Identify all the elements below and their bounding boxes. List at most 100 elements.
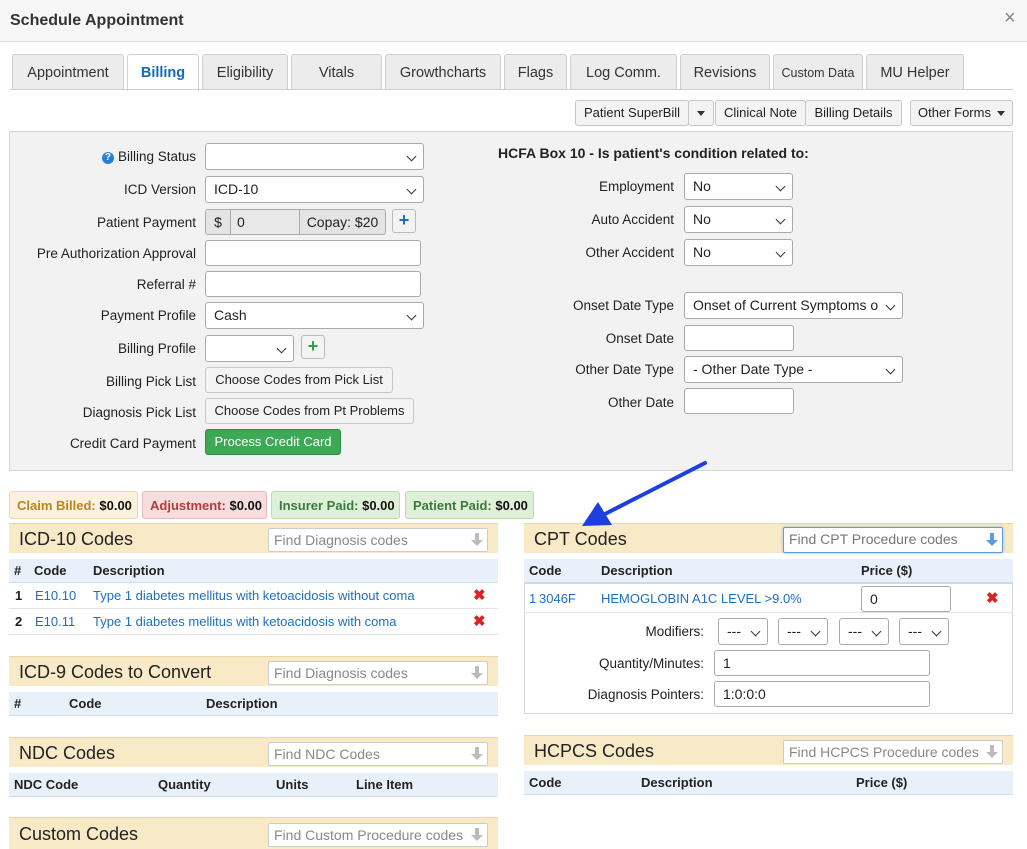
- icd10-column-header: # Code Description: [9, 559, 498, 583]
- choose-pick-list-button[interactable]: Choose Codes from Pick List: [205, 367, 393, 393]
- onset-date-input[interactable]: [684, 325, 794, 351]
- clinical-note-button[interactable]: Clinical Note: [715, 100, 806, 126]
- ndc-search-input[interactable]: Find NDC Codes: [268, 742, 488, 766]
- icd-version-select[interactable]: ICD-10: [205, 176, 424, 203]
- payment-profile-select[interactable]: Cash: [205, 302, 424, 329]
- diagnosis-pointers-label: Diagnosis Pointers:: [587, 687, 704, 702]
- tab-appointment[interactable]: Appointment: [12, 54, 124, 90]
- modifier-select-3[interactable]: ---: [839, 618, 889, 645]
- icd9-title: ICD-9 Codes to Convert: [19, 662, 212, 682]
- icd9-search-input[interactable]: Find Diagnosis codes: [268, 661, 488, 685]
- help-icon[interactable]: ?: [101, 152, 114, 164]
- tab-log-comm[interactable]: Log Comm.: [570, 54, 677, 90]
- tab-vitals[interactable]: Vitals: [291, 54, 382, 90]
- referral-label: Referral #: [136, 277, 196, 292]
- diagnosis-pointers-input[interactable]: 1:0:0:0: [714, 681, 930, 707]
- modifier-select-4[interactable]: ---: [899, 618, 949, 645]
- ndc-column-header: NDC Code Quantity Units Line Item: [9, 773, 498, 797]
- cpt-search-arrow-icon: [986, 533, 998, 546]
- auto-accident-label: Auto Accident: [591, 212, 674, 227]
- superbill-dropdown-button[interactable]: [688, 100, 714, 126]
- cpt-code-link[interactable]: 3046F: [539, 591, 576, 606]
- icd10-code-link[interactable]: E10.10: [35, 588, 76, 603]
- patient-payment-input[interactable]: 0: [230, 209, 300, 235]
- icd-version-label: ICD Version: [123, 182, 196, 197]
- tab-growthcharts[interactable]: Growthcharts: [385, 54, 501, 90]
- billing-details-button[interactable]: Billing Details: [805, 100, 902, 126]
- pre-auth-input[interactable]: [205, 240, 421, 266]
- delete-icon[interactable]: ✖: [473, 586, 486, 604]
- icd10-search-input[interactable]: Find Diagnosis codes: [268, 528, 488, 552]
- other-accident-label: Other Accident: [585, 245, 674, 260]
- diagnosis-pick-list-label: Diagnosis Pick List: [82, 405, 196, 420]
- close-icon[interactable]: ×: [1004, 8, 1016, 28]
- delete-icon[interactable]: ✖: [473, 612, 486, 630]
- billing-status-select[interactable]: [205, 143, 424, 170]
- claim-billed-badge: Claim Billed: $0.00: [9, 491, 138, 519]
- other-forms-button[interactable]: Other Forms: [910, 100, 1013, 126]
- cpt-column-header: Code Description Price ($): [524, 559, 1013, 583]
- hcpcs-column-header: Code Description Price ($): [524, 771, 1013, 795]
- custom-search-arrow-icon: [471, 828, 483, 841]
- adjustment-badge: Adjustment: $0.00: [142, 491, 267, 519]
- add-billing-profile-button[interactable]: +: [301, 335, 325, 359]
- onset-date-type-select[interactable]: Onset of Current Symptoms o: [684, 292, 903, 319]
- choose-pt-problems-button[interactable]: Choose Codes from Pt Problems: [205, 398, 414, 424]
- other-forms-label: Other Forms: [918, 105, 991, 120]
- hcpcs-search-input[interactable]: Find HCPCS Procedure codes: [783, 740, 1003, 764]
- tab-revisions[interactable]: Revisions: [680, 54, 770, 90]
- delete-icon[interactable]: ✖: [986, 589, 999, 607]
- tab-custom-data[interactable]: Custom Data: [773, 54, 863, 90]
- cpt-price-input[interactable]: 0: [861, 586, 951, 612]
- pre-auth-label: Pre Authorization Approval: [36, 246, 196, 261]
- other-date-input[interactable]: [684, 388, 794, 414]
- other-accident-select[interactable]: No: [684, 239, 793, 266]
- ndc-search-arrow-icon: [471, 747, 483, 760]
- ndc-title: NDC Codes: [19, 743, 116, 763]
- credit-card-label: Credit Card Payment: [69, 436, 196, 451]
- cpt-desc-link[interactable]: HEMOGLOBIN A1C LEVEL >9.0%: [601, 591, 802, 606]
- modifier-select-2[interactable]: ---: [778, 618, 828, 645]
- auto-accident-select[interactable]: No: [684, 206, 793, 233]
- annotation-arrow-icon: [582, 461, 707, 526]
- employment-label: Employment: [598, 179, 674, 194]
- cpt-search-input[interactable]: Find CPT Procedure codes: [783, 527, 1003, 553]
- billing-profile-label: Billing Profile: [117, 341, 196, 356]
- payment-profile-label: Payment Profile: [100, 308, 196, 323]
- modifier-select-1[interactable]: ---: [718, 618, 768, 645]
- icd9-search-arrow-icon: [471, 666, 483, 679]
- icd10-title: ICD-10 Codes: [19, 529, 134, 549]
- patient-payment-label: Patient Payment: [96, 215, 196, 230]
- tab-mu-helper[interactable]: MU Helper: [866, 54, 964, 90]
- tab-flags[interactable]: Flags: [504, 54, 567, 90]
- billing-profile-select[interactable]: [205, 335, 294, 362]
- employment-select[interactable]: No: [684, 173, 793, 200]
- modifiers-label: Modifiers:: [645, 624, 704, 639]
- billing-status-label: ? Billing Status: [30, 149, 196, 164]
- icd10-desc-link[interactable]: Type 1 diabetes mellitus with ketoacidos…: [93, 614, 396, 629]
- process-credit-card-button[interactable]: Process Credit Card: [205, 429, 341, 455]
- hcfa-title: HCFA Box 10 - Is patient's condition rel…: [498, 145, 809, 161]
- patient-paid-badge: Patient Paid: $0.00: [405, 491, 534, 519]
- tab-billing[interactable]: Billing: [127, 54, 199, 91]
- onset-date-type-label: Onset Date Type: [572, 298, 674, 313]
- patient-superbill-button[interactable]: Patient SuperBill: [575, 100, 689, 126]
- other-date-label: Other Date: [607, 395, 674, 410]
- cpt-row-number: 1: [529, 591, 537, 606]
- custom-codes-search-input[interactable]: Find Custom Procedure codes: [268, 823, 488, 847]
- add-payment-button[interactable]: +: [392, 209, 416, 233]
- hcpcs-title: HCPCS Codes: [534, 741, 655, 761]
- onset-date-label: Onset Date: [605, 331, 674, 346]
- icd10-desc-link[interactable]: Type 1 diabetes mellitus with ketoacidos…: [93, 588, 415, 603]
- currency-addon: $: [205, 209, 231, 235]
- other-date-type-select[interactable]: - Other Date Type -: [684, 356, 903, 383]
- quantity-input[interactable]: 1: [714, 650, 930, 676]
- quantity-label: Quantity/Minutes:: [598, 656, 704, 671]
- tab-divider: [10, 89, 1013, 90]
- icd10-row: 2 E10.11 Type 1 diabetes mellitus with k…: [9, 609, 498, 635]
- tab-eligibility[interactable]: Eligibility: [202, 54, 288, 90]
- referral-input[interactable]: [205, 271, 421, 297]
- other-date-type-label: Other Date Type: [575, 362, 674, 377]
- hcpcs-search-arrow-icon: [986, 745, 998, 758]
- icd10-code-link[interactable]: E10.11: [35, 614, 75, 629]
